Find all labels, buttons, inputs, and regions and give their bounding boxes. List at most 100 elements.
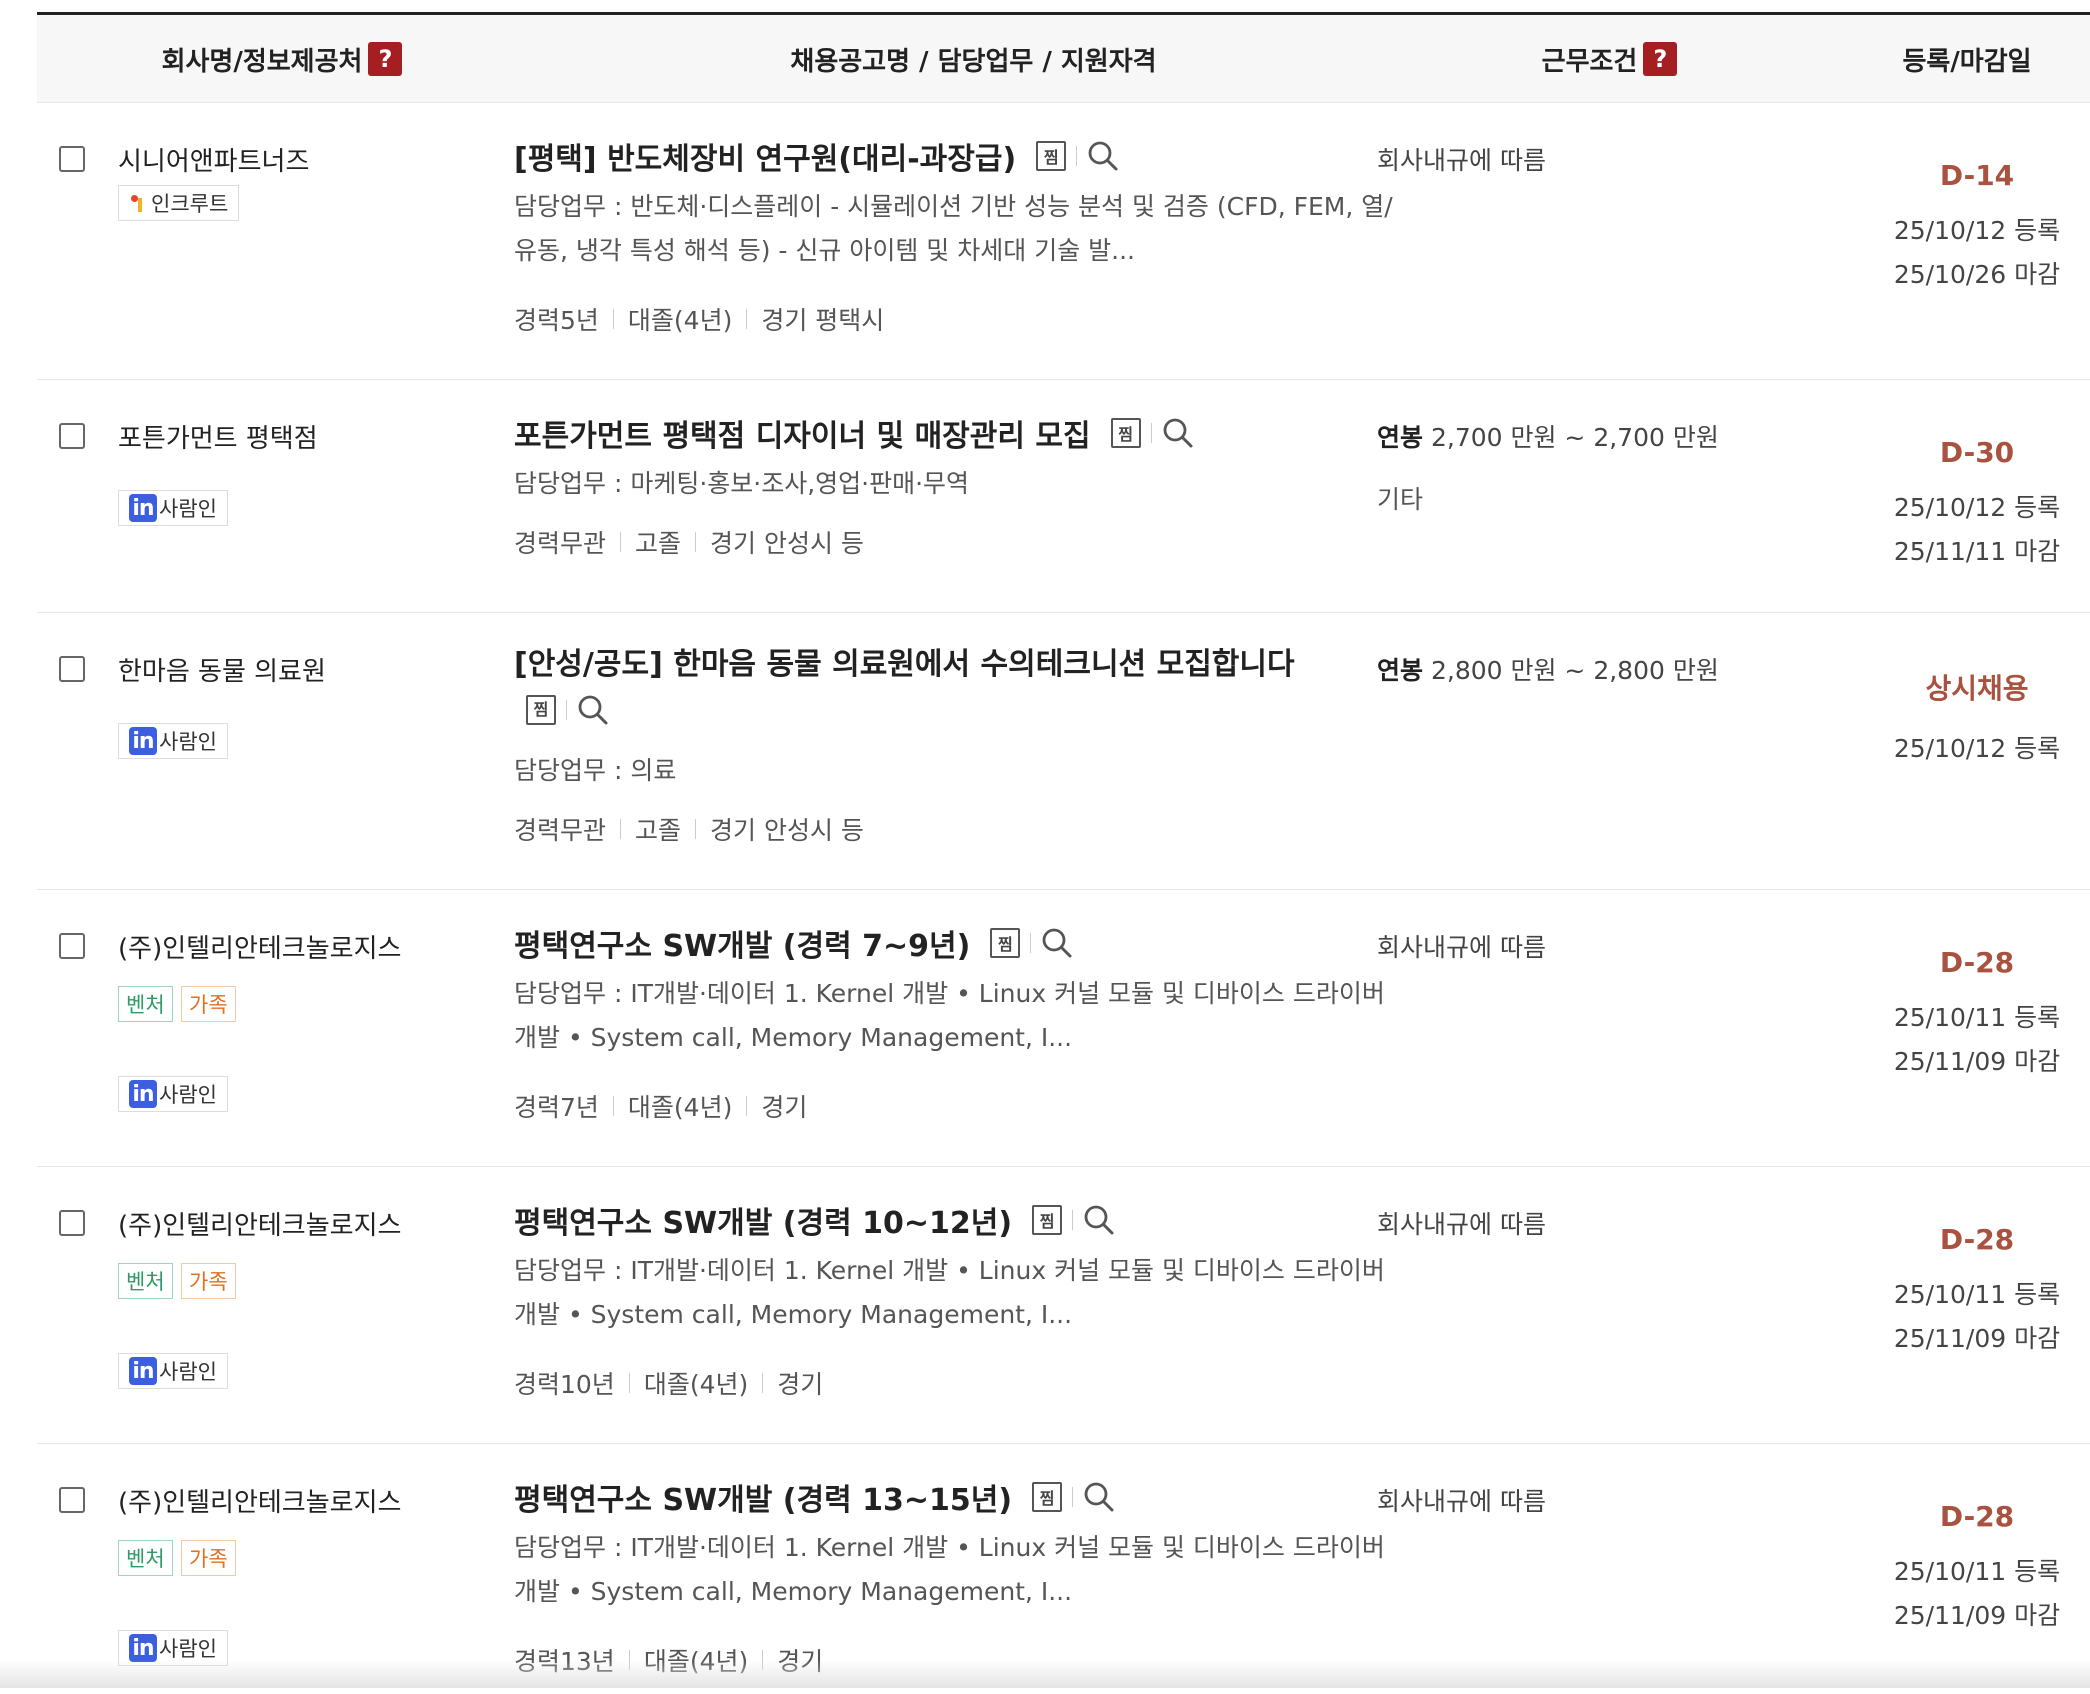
- source-badge-saramin[interactable]: in 사람인: [118, 1353, 228, 1389]
- location: 경기 안성시 등: [710, 524, 864, 560]
- job-duty: 담당업무 : IT개발·데이터 1. Kernel 개발 • Linux 커널 …: [514, 1249, 1394, 1337]
- help-icon[interactable]: ?: [1643, 42, 1677, 76]
- search-icon[interactable]: [1162, 417, 1194, 449]
- select-checkbox[interactable]: [59, 1487, 85, 1513]
- divider: [620, 819, 621, 839]
- divider: [1076, 146, 1077, 166]
- source-label: 인크루트: [151, 188, 228, 218]
- search-icon[interactable]: [577, 694, 609, 726]
- job-actions: 찜: [970, 927, 1073, 959]
- select-checkbox[interactable]: [59, 146, 85, 172]
- select-checkbox[interactable]: [59, 1210, 85, 1236]
- job-duty: 담당업무 : 마케팅·홍보·조사,영업·판매·무역: [514, 462, 1394, 506]
- job-title-text: 평택연구소 SW개발 (경력 7~9년): [514, 921, 970, 965]
- source-badge-saramin[interactable]: in 사람인: [118, 723, 228, 759]
- header-company: 회사명/정보제공처 ?: [37, 15, 527, 103]
- scrap-icon[interactable]: 찜: [526, 695, 556, 725]
- company-name-link[interactable]: (주)인텔리안테크놀로지스: [118, 928, 401, 965]
- job-title-text: [평택] 반도체장비 연구원(대리-과장급): [514, 134, 1016, 178]
- location: 경기 안성시 등: [710, 811, 864, 847]
- divider: [1030, 933, 1031, 953]
- saramin-logo-icon: in: [129, 1634, 157, 1662]
- deadline-badge: D-14: [1847, 159, 2090, 192]
- salary-label: 연봉: [1377, 656, 1423, 685]
- divider: [746, 309, 747, 329]
- divider: [629, 1373, 630, 1393]
- closing-date: 25/11/11 마감: [1847, 532, 2090, 568]
- divider: [613, 309, 614, 329]
- select-checkbox[interactable]: [59, 423, 85, 449]
- deadline-badge: D-30: [1847, 436, 2090, 469]
- source-label: 사람인: [159, 1633, 217, 1663]
- education-requirement: 고졸: [635, 524, 681, 560]
- company-name-link[interactable]: 시니어앤파트너즈: [118, 141, 309, 178]
- registered-date: 25/10/11 등록: [1847, 998, 2090, 1034]
- condition-extra: 기타: [1377, 480, 1423, 516]
- career-requirement: 경력7년: [514, 1088, 599, 1124]
- header-company-label: 회사명/정보제공처: [162, 41, 363, 78]
- company-name-link[interactable]: (주)인텔리안테크놀로지스: [118, 1482, 401, 1519]
- scrap-icon[interactable]: 찜: [1032, 1205, 1062, 1235]
- scrap-icon[interactable]: 찜: [1111, 418, 1141, 448]
- source-label: 사람인: [159, 493, 217, 523]
- divider: [695, 819, 696, 839]
- job-requirements: 경력무관 고졸 경기 안성시 등: [514, 522, 864, 562]
- job-title-link[interactable]: 평택연구소 SW개발 (경력 13~15년) 찜: [514, 1474, 1115, 1520]
- family-tag: 가족: [181, 1540, 236, 1576]
- salary-info: 연봉 2,800 만원 ~ 2,800 만원: [1377, 651, 1719, 687]
- incruit-logo-icon: [129, 192, 145, 214]
- education-requirement: 대졸(4년): [644, 1365, 748, 1401]
- select-checkbox[interactable]: [59, 656, 85, 682]
- job-title-link[interactable]: 평택연구소 SW개발 (경력 10~12년) 찜: [514, 1197, 1115, 1243]
- select-checkbox[interactable]: [59, 933, 85, 959]
- search-icon[interactable]: [1087, 140, 1119, 172]
- closing-date: 25/11/09 마감: [1847, 1319, 2090, 1355]
- registered-date: 25/10/11 등록: [1847, 1552, 2090, 1588]
- salary-text: 회사내규에 따름: [1377, 933, 1546, 962]
- company-name-link[interactable]: (주)인텔리안테크놀로지스: [118, 1205, 401, 1242]
- job-requirements: 경력5년 대졸(4년) 경기 평택시: [514, 299, 884, 339]
- scrap-icon[interactable]: 찜: [990, 928, 1020, 958]
- job-title-text: 평택연구소 SW개발 (경력 10~12년): [514, 1198, 1012, 1242]
- job-title-link[interactable]: [안성/공도] 한마음 동물 의료원에서 수의테크니션 모집합니다 찜: [514, 643, 1334, 731]
- scrap-icon[interactable]: 찜: [1032, 1482, 1062, 1512]
- header-conditions-label: 근무조건: [1542, 41, 1638, 78]
- registered-date: 25/10/12 등록: [1847, 211, 2090, 247]
- salary-info: 회사내규에 따름: [1377, 141, 1546, 177]
- company-name-link[interactable]: 한마음 동물 의료원: [118, 651, 326, 688]
- header-title-label: 채용공고명 / 담당업무 / 지원자격: [790, 41, 1156, 78]
- job-row: (주)인텔리안테크놀로지스 벤처 가족 in 사람인 평택연구소 SW개발 (경…: [37, 890, 2090, 1167]
- company-name-link[interactable]: 포튼가먼트 평택점: [118, 418, 318, 455]
- search-icon[interactable]: [1041, 927, 1073, 959]
- divider: [746, 1096, 747, 1116]
- job-title-link[interactable]: [평택] 반도체장비 연구원(대리-과장급) 찜: [514, 133, 1119, 179]
- closing-date: 25/11/09 마감: [1847, 1042, 2090, 1078]
- location: 경기: [761, 1088, 807, 1124]
- job-title-link[interactable]: 평택연구소 SW개발 (경력 7~9년) 찜: [514, 920, 1073, 966]
- family-tag: 가족: [181, 986, 236, 1022]
- header-dates-label: 등록/마감일: [1902, 41, 2031, 78]
- job-actions: 찜: [1016, 140, 1119, 172]
- job-row: 시니어앤파트너즈 인크루트 [평택] 반도체장비 연구원(대리-과장급) 찜 담…: [37, 103, 2090, 380]
- search-icon[interactable]: [1083, 1481, 1115, 1513]
- career-requirement: 경력무관: [514, 811, 606, 847]
- help-icon[interactable]: ?: [368, 42, 402, 76]
- job-row: 포튼가먼트 평택점 in 사람인 포튼가먼트 평택점 디자이너 및 매장관리 모…: [37, 380, 2090, 613]
- deadline-badge: 상시채용: [1847, 667, 2090, 707]
- source-badge-saramin[interactable]: in 사람인: [118, 490, 228, 526]
- location: 경기: [777, 1365, 823, 1401]
- job-duty: 담당업무 : 의료: [514, 749, 1394, 793]
- job-actions: 찜: [1091, 417, 1194, 449]
- source-badge-incruit[interactable]: 인크루트: [118, 185, 239, 221]
- scrap-icon[interactable]: 찜: [1036, 141, 1066, 171]
- deadline-badge: D-28: [1847, 946, 2090, 979]
- salary-info: 회사내규에 따름: [1377, 1482, 1546, 1518]
- job-title-link[interactable]: 포튼가먼트 평택점 디자이너 및 매장관리 모집 찜: [514, 410, 1194, 456]
- source-label: 사람인: [159, 1079, 217, 1109]
- source-badge-saramin[interactable]: in 사람인: [118, 1076, 228, 1112]
- saramin-logo-icon: in: [129, 727, 157, 755]
- source-label: 사람인: [159, 1356, 217, 1386]
- deadline-badge: D-28: [1847, 1500, 2090, 1533]
- search-icon[interactable]: [1083, 1204, 1115, 1236]
- venture-tag: 벤처: [118, 1540, 173, 1576]
